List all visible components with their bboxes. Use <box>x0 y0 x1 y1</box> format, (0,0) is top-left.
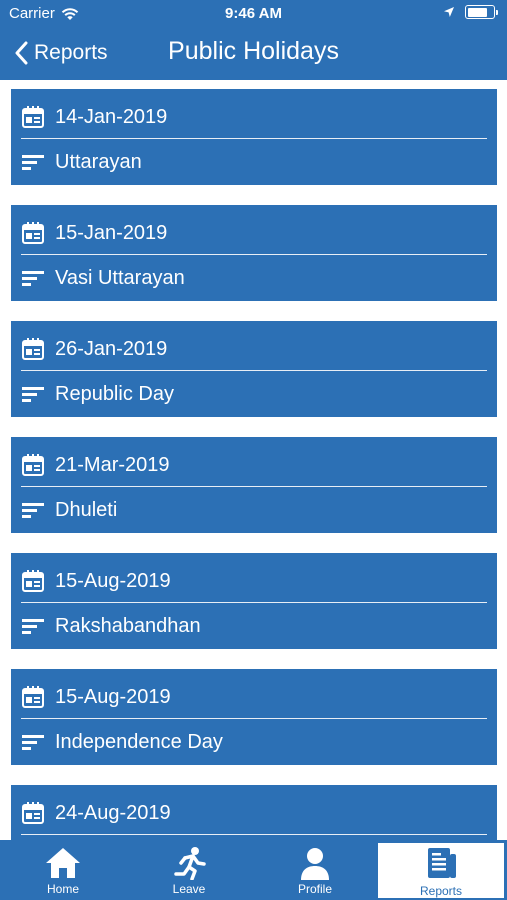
text-lines-icon <box>22 387 44 402</box>
holiday-name: Independence Day <box>55 730 223 753</box>
holiday-date: 26-Jan-2019 <box>55 337 168 360</box>
holiday-date: 21-Mar-2019 <box>55 453 170 476</box>
holiday-card[interactable]: 15-Jan-2019 Vasi Uttarayan <box>11 205 497 301</box>
calendar-icon <box>22 454 44 476</box>
text-lines-icon <box>22 503 44 518</box>
holiday-card[interactable]: 24-Aug-2019 <box>11 785 497 840</box>
home-icon <box>46 848 80 878</box>
divider <box>21 370 487 371</box>
calendar-icon <box>22 802 44 824</box>
tab-label: Leave <box>172 882 206 896</box>
tab-profile[interactable]: Profile <box>252 840 378 900</box>
tab-leave[interactable]: Leave <box>126 840 252 900</box>
tab-label: Profile <box>297 882 332 896</box>
text-lines-icon <box>22 155 44 170</box>
calendar-icon <box>22 222 44 244</box>
holiday-list[interactable]: 14-Jan-2019 Uttarayan 15-Jan-2019 Vasi U… <box>0 80 507 840</box>
holiday-card[interactable]: 14-Jan-2019 Uttarayan <box>11 89 497 185</box>
text-lines-icon <box>22 735 44 750</box>
holiday-name: Uttarayan <box>55 150 142 173</box>
holiday-card[interactable]: 15-Aug-2019 Rakshabandhan <box>11 553 497 649</box>
holiday-card[interactable]: 26-Jan-2019 Republic Day <box>11 321 497 417</box>
location-arrow-icon <box>444 7 454 17</box>
tab-bar: Home Leave Profile Reports <box>0 840 507 900</box>
holiday-date: 15-Aug-2019 <box>55 685 171 708</box>
header: Carrier 9:46 AM Reports Public Holidays <box>0 0 507 80</box>
battery-level <box>467 7 487 17</box>
tab-label: Reports <box>419 884 463 898</box>
tab-home[interactable]: Home <box>0 840 126 900</box>
page-title: Public Holidays <box>168 37 339 65</box>
battery-icon <box>465 5 498 19</box>
status-time: 9:46 AM <box>225 5 282 22</box>
text-lines-icon <box>22 619 44 634</box>
calendar-icon <box>22 570 44 592</box>
holiday-date: 15-Aug-2019 <box>55 569 171 592</box>
holiday-date: 24-Aug-2019 <box>55 801 171 824</box>
tab-label: Home <box>46 882 79 896</box>
holiday-card[interactable]: 15-Aug-2019 Independence Day <box>11 669 497 765</box>
divider <box>21 834 487 835</box>
holiday-name: Vasi Uttarayan <box>55 266 185 289</box>
divider <box>21 486 487 487</box>
divider <box>21 718 487 719</box>
calendar-icon <box>22 686 44 708</box>
person-icon <box>301 848 329 880</box>
holiday-card[interactable]: 21-Mar-2019 Dhuleti <box>11 437 497 533</box>
text-lines-icon <box>22 271 44 286</box>
tab-reports[interactable]: Reports <box>378 843 504 898</box>
divider <box>21 254 487 255</box>
divider <box>21 138 487 139</box>
calendar-icon <box>22 338 44 360</box>
running-person-icon <box>174 847 206 880</box>
holiday-name: Rakshabandhan <box>55 614 201 637</box>
status-bar: Carrier 9:46 AM <box>0 0 507 28</box>
calendar-icon <box>22 106 44 128</box>
report-document-icon <box>428 848 456 878</box>
divider <box>21 602 487 603</box>
holiday-date: 14-Jan-2019 <box>55 105 168 128</box>
holiday-name: Dhuleti <box>55 498 118 521</box>
holiday-name: Republic Day <box>55 382 174 405</box>
holiday-date: 15-Jan-2019 <box>55 221 168 244</box>
